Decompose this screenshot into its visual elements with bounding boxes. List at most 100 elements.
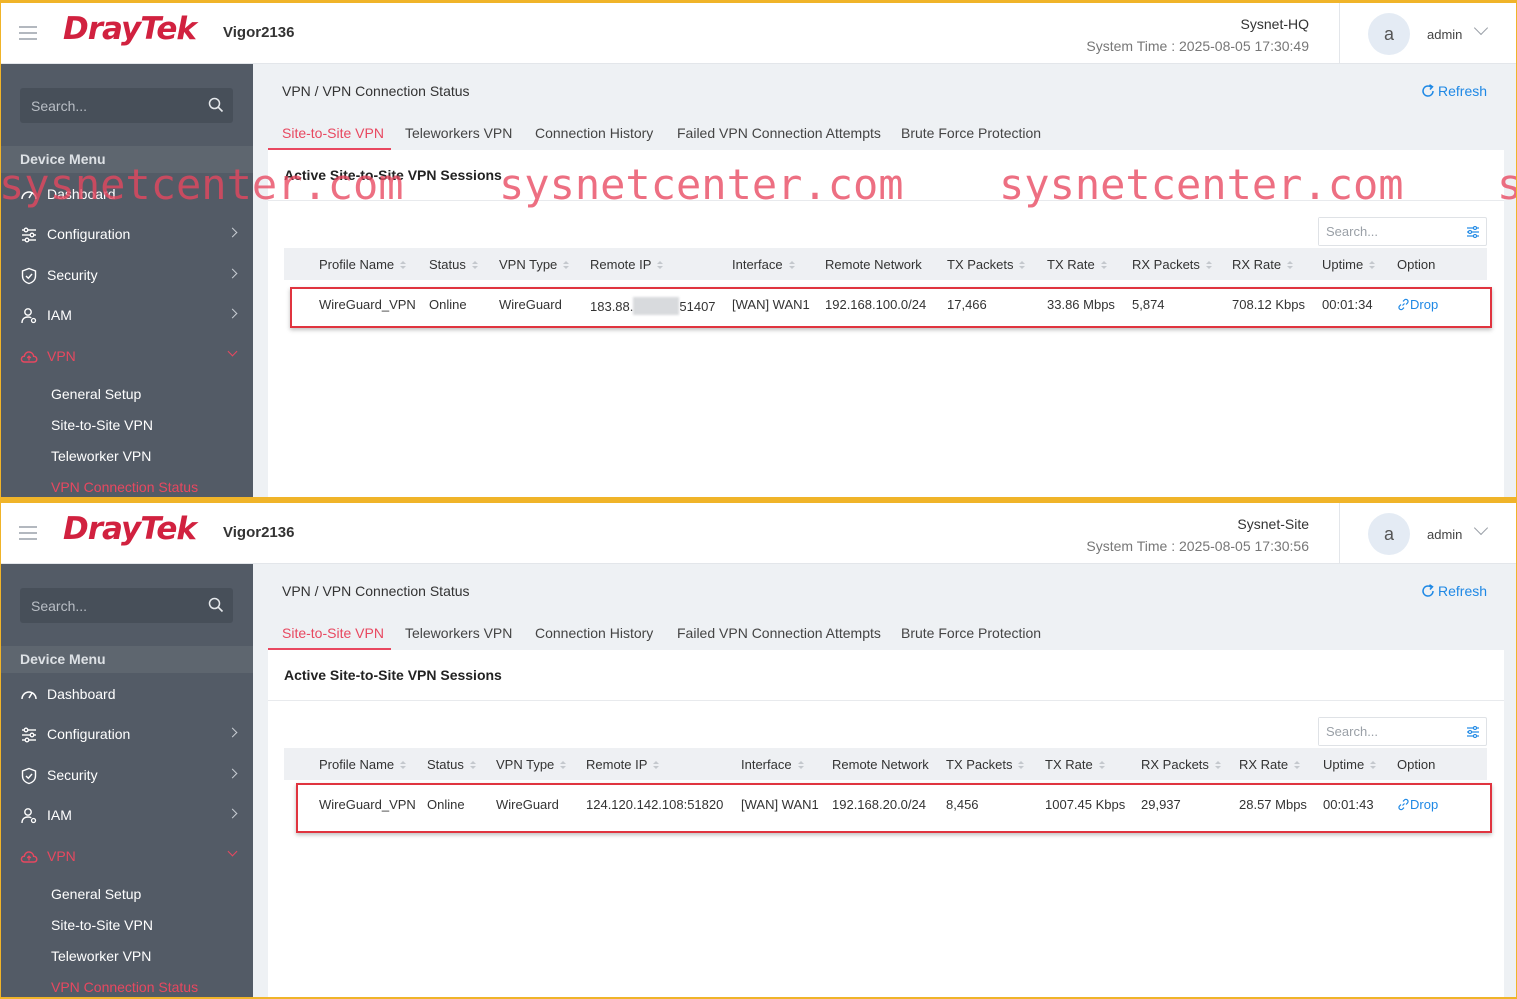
- refresh-button[interactable]: Refresh: [1420, 83, 1487, 99]
- search-icon[interactable]: [208, 97, 224, 113]
- column-header-option: Option: [1397, 257, 1436, 272]
- column-header-vpn-type[interactable]: VPN Type: [496, 757, 567, 772]
- column-header-uptime[interactable]: Uptime: [1322, 257, 1376, 272]
- column-header-vpn-type[interactable]: VPN Type: [499, 257, 570, 272]
- column-label: Profile Name: [319, 257, 395, 272]
- card-divider: [268, 700, 1504, 701]
- sort-icon[interactable]: [1370, 761, 1377, 770]
- column-header-remote-ip[interactable]: Remote IP: [590, 257, 664, 272]
- sort-icon[interactable]: [563, 261, 570, 270]
- sidebar-subitem-site-to-site-vpn[interactable]: Site-to-Site VPN: [51, 417, 153, 433]
- sort-icon[interactable]: [1100, 261, 1107, 270]
- table-search-input[interactable]: [1319, 718, 1454, 745]
- table-search-input[interactable]: [1319, 218, 1454, 245]
- avatar[interactable]: a: [1368, 13, 1410, 55]
- tab-failed-vpn-connection-attempts[interactable]: Failed VPN Connection Attempts: [677, 625, 881, 641]
- tab-teleworkers-vpn[interactable]: Teleworkers VPN: [405, 125, 512, 141]
- card-title: Active Site-to-Site VPN Sessions: [284, 167, 502, 183]
- sidebar-item-dashboard[interactable]: Dashboard: [1, 674, 253, 714]
- sidebar-subitem-site-to-site-vpn[interactable]: Site-to-Site VPN: [51, 917, 153, 933]
- sidebar-item-vpn[interactable]: VPN: [1, 336, 253, 376]
- sidebar-item-security[interactable]: Security: [1, 755, 253, 795]
- sort-icon[interactable]: [1369, 261, 1376, 270]
- column-label: Interface: [732, 257, 783, 272]
- sidebar-subitem-general-setup[interactable]: General Setup: [51, 386, 141, 402]
- column-header-option: Option: [1397, 757, 1436, 772]
- sort-icon[interactable]: [653, 761, 660, 770]
- column-label: Interface: [741, 757, 792, 772]
- sort-icon[interactable]: [797, 761, 804, 770]
- sidebar-subitem-general-setup[interactable]: General Setup: [51, 886, 141, 902]
- highlight-box: [290, 287, 1492, 328]
- filter-settings-icon[interactable]: [1466, 225, 1480, 239]
- column-header-profile-name[interactable]: Profile Name: [319, 757, 407, 772]
- sort-icon[interactable]: [471, 261, 478, 270]
- menu-toggle-icon[interactable]: [19, 26, 37, 40]
- column-header-remote-ip[interactable]: Remote IP: [586, 757, 660, 772]
- column-label: VPN Type: [499, 257, 558, 272]
- menu-toggle-icon[interactable]: [19, 526, 37, 540]
- filter-settings-icon[interactable]: [1466, 725, 1480, 739]
- column-header-interface[interactable]: Interface: [732, 257, 795, 272]
- user-name[interactable]: admin: [1427, 527, 1462, 542]
- tab-connection-history[interactable]: Connection History: [535, 125, 653, 141]
- sidebar-subitem-vpn-connection-status[interactable]: VPN Connection Status: [51, 479, 198, 495]
- column-header-status[interactable]: Status: [429, 257, 478, 272]
- column-header-uptime[interactable]: Uptime: [1323, 757, 1377, 772]
- sort-icon[interactable]: [400, 261, 407, 270]
- search-icon[interactable]: [208, 597, 224, 613]
- sidebar-item-security[interactable]: Security: [1, 255, 253, 295]
- sort-icon[interactable]: [1018, 761, 1025, 770]
- column-label: Remote IP: [590, 257, 652, 272]
- sidebar-search-input[interactable]: [20, 588, 200, 623]
- sort-icon[interactable]: [657, 261, 664, 270]
- refresh-button[interactable]: Refresh: [1420, 583, 1487, 599]
- sidebar-search-input[interactable]: [20, 88, 200, 123]
- column-header-tx-packets[interactable]: TX Packets: [946, 757, 1025, 772]
- sort-icon[interactable]: [1294, 761, 1301, 770]
- sort-icon[interactable]: [1205, 261, 1212, 270]
- sidebar-subitem-vpn-connection-status[interactable]: VPN Connection Status: [51, 979, 198, 995]
- tab-teleworkers-vpn[interactable]: Teleworkers VPN: [405, 625, 512, 641]
- sidebar-subitem-teleworker-vpn[interactable]: Teleworker VPN: [51, 448, 151, 464]
- column-header-rx-rate[interactable]: RX Rate: [1239, 757, 1301, 772]
- sort-icon[interactable]: [1098, 761, 1105, 770]
- sidebar-item-dashboard[interactable]: Dashboard: [1, 174, 253, 214]
- system-time: System Time : 2025-08-05 17:30:49: [1086, 38, 1309, 54]
- sort-icon[interactable]: [469, 761, 476, 770]
- avatar[interactable]: a: [1368, 513, 1410, 555]
- sidebar-item-iam[interactable]: IAM: [1, 295, 253, 335]
- sidebar-item-label: IAM: [47, 807, 72, 823]
- sort-icon[interactable]: [1287, 261, 1294, 270]
- sort-icon[interactable]: [400, 761, 407, 770]
- tab-failed-vpn-connection-attempts[interactable]: Failed VPN Connection Attempts: [677, 125, 881, 141]
- tab-connection-history[interactable]: Connection History: [535, 625, 653, 641]
- column-header-tx-packets[interactable]: TX Packets: [947, 257, 1026, 272]
- sidebar-item-vpn[interactable]: VPN: [1, 836, 253, 876]
- sidebar-item-iam[interactable]: IAM: [1, 795, 253, 835]
- tab-site-to-site-vpn[interactable]: Site-to-Site VPN: [282, 125, 384, 141]
- column-header-profile-name[interactable]: Profile Name: [319, 257, 407, 272]
- tab-site-to-site-vpn[interactable]: Site-to-Site VPN: [282, 625, 384, 641]
- sort-icon[interactable]: [1214, 761, 1221, 770]
- sort-icon[interactable]: [1019, 261, 1026, 270]
- column-header-tx-rate[interactable]: TX Rate: [1045, 757, 1105, 772]
- sort-icon[interactable]: [560, 761, 567, 770]
- chevron-down-icon[interactable]: [1473, 520, 1489, 536]
- sidebar-item-configuration[interactable]: Configuration: [1, 714, 253, 754]
- tab-brute-force-protection[interactable]: Brute Force Protection: [901, 625, 1041, 641]
- sort-icon[interactable]: [788, 261, 795, 270]
- column-header-interface[interactable]: Interface: [741, 757, 804, 772]
- tab-brute-force-protection[interactable]: Brute Force Protection: [901, 125, 1041, 141]
- column-header-rx-packets[interactable]: RX Packets: [1141, 757, 1221, 772]
- column-header-rx-rate[interactable]: RX Rate: [1232, 257, 1294, 272]
- chevron-down-icon[interactable]: [1473, 20, 1489, 36]
- table-header: Profile Name Status VPN Type Remote IP I…: [284, 748, 1487, 780]
- user-name[interactable]: admin: [1427, 27, 1462, 42]
- sidebar-subitem-teleworker-vpn[interactable]: Teleworker VPN: [51, 948, 151, 964]
- column-header-tx-rate[interactable]: TX Rate: [1047, 257, 1107, 272]
- sidebar-item-configuration[interactable]: Configuration: [1, 214, 253, 254]
- sidebar-item-label: Configuration: [47, 226, 131, 242]
- column-header-rx-packets[interactable]: RX Packets: [1132, 257, 1212, 272]
- column-header-status[interactable]: Status: [427, 757, 476, 772]
